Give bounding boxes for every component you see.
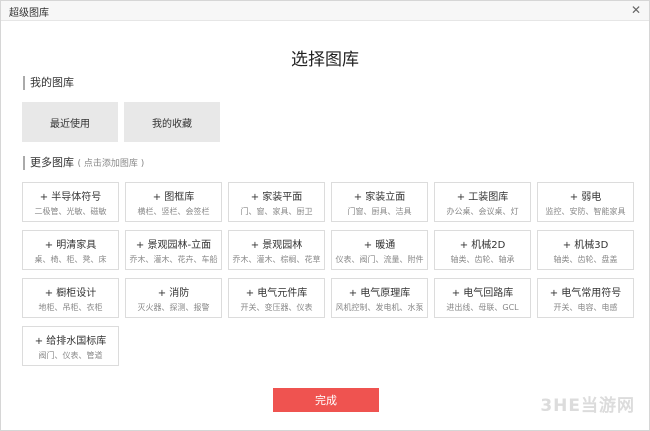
- my-favorites-button[interactable]: 我的收藏: [124, 102, 220, 142]
- library-card[interactable]: + 半导体符号 二极管、光敏、磁敏: [22, 182, 119, 222]
- library-card[interactable]: + 电气原理库风机控制、发电机、水泵: [331, 278, 428, 318]
- library-card-name: + 机械3D: [562, 240, 609, 251]
- library-card-desc: 门窗、厨具、洁具: [347, 207, 412, 216]
- my-library-heading: 我的图库: [23, 76, 74, 90]
- library-card-name: + 给排水国标库: [34, 336, 107, 347]
- more-library-label: 更多图库: [30, 156, 74, 169]
- library-card-name: + 电气元件库: [245, 288, 308, 299]
- library-card-desc: 地柜、吊柜、衣柜: [38, 303, 103, 312]
- library-card-name: + 工装图库: [456, 192, 509, 203]
- library-card-desc: 二极管、光敏、磁敏: [34, 207, 107, 216]
- library-card[interactable]: + 家装立面 门窗、厨具、洁具: [331, 182, 428, 222]
- done-button[interactable]: 完成: [273, 388, 379, 412]
- library-card-desc: 乔木、灌木、花卉、车船: [129, 255, 218, 264]
- title-bar: 超级图库 ✕: [1, 1, 649, 21]
- library-card-desc: 灭火器、探测、报警: [137, 303, 210, 312]
- my-library-label: 我的图库: [30, 76, 74, 89]
- library-card[interactable]: + 电气元件库 开关、变压器、仪表: [228, 278, 325, 318]
- window-title: 超级图库: [9, 8, 49, 19]
- library-card-name: + 机械2D: [459, 240, 506, 251]
- library-card-name: + 电气原理库: [348, 288, 411, 299]
- library-card-desc: 开关、变压器、仪表: [240, 303, 313, 312]
- library-card[interactable]: + 暖通仪表、阀门、流量、附件: [331, 230, 428, 270]
- library-card-name: + 电气常用符号: [549, 288, 622, 299]
- more-library-heading: 更多图库 ( 点击添加图库 ): [23, 156, 144, 170]
- library-card-name: + 家装立面: [353, 192, 406, 203]
- close-icon[interactable]: ✕: [629, 3, 643, 17]
- library-card-name: + 电气回路库: [451, 288, 514, 299]
- library-card-name: + 明清家具: [44, 240, 97, 251]
- library-card[interactable]: + 给排水国标库 阀门、仪表、管道: [22, 326, 119, 366]
- library-card-name: + 暖通: [363, 240, 396, 251]
- library-card[interactable]: + 家装平面门、窗、家具、厨卫: [228, 182, 325, 222]
- library-card[interactable]: + 机械3D 轴类、齿轮、盘盖: [537, 230, 634, 270]
- library-card[interactable]: + 电气回路库 进出线、母联、GCL: [434, 278, 531, 318]
- library-card-desc: 监控、安防、智能家具: [545, 207, 626, 216]
- library-card-desc: 乔木、灌木、棕榈、花草: [232, 255, 321, 264]
- library-card-desc: 轴类、齿轮、轴承: [450, 255, 515, 264]
- library-card-desc: 横栏、竖栏、会签栏: [137, 207, 210, 216]
- library-dialog: 超级图库 ✕ 选择图库 我的图库 最近使用 我的收藏 更多图库 ( 点击添加图库…: [0, 0, 650, 431]
- library-card-desc: 轴类、齿轮、盘盖: [553, 255, 618, 264]
- library-card-desc: 进出线、母联、GCL: [446, 303, 519, 312]
- library-card[interactable]: + 明清家具桌、椅、柜、凳、床: [22, 230, 119, 270]
- library-card-desc: 仪表、阀门、流量、附件: [335, 255, 424, 264]
- library-card[interactable]: + 消防灭火器、探测、报警: [125, 278, 222, 318]
- site-watermark: 3HE当游网: [540, 396, 635, 416]
- library-card-name: + 半导体符号: [39, 192, 102, 203]
- library-card-name: + 弱电: [569, 192, 602, 203]
- library-card-name: + 橱柜设计: [44, 288, 97, 299]
- library-card-desc: 风机控制、发电机、水泵: [335, 303, 424, 312]
- library-card-desc: 门、窗、家具、厨卫: [240, 207, 313, 216]
- library-card[interactable]: + 弱电监控、安防、智能家具: [537, 182, 634, 222]
- library-card-desc: 桌、椅、柜、凳、床: [34, 255, 107, 264]
- library-card-name: + 图框库: [152, 192, 195, 203]
- library-card[interactable]: + 景观园林乔木、灌木、棕榈、花草: [228, 230, 325, 270]
- recent-use-button[interactable]: 最近使用: [22, 102, 118, 142]
- library-card-desc: 开关、电容、电感: [553, 303, 618, 312]
- library-card[interactable]: + 景观园林-立面 乔木、灌木、花卉、车船: [125, 230, 222, 270]
- library-card-name: + 景观园林-立面: [135, 240, 212, 251]
- library-card[interactable]: + 图框库横栏、竖栏、会签栏: [125, 182, 222, 222]
- library-card-name: + 家装平面: [250, 192, 303, 203]
- more-library-hint: ( 点击添加图库 ): [77, 159, 145, 169]
- library-card[interactable]: + 机械2D 轴类、齿轮、轴承: [434, 230, 531, 270]
- library-card-name: + 景观园林: [250, 240, 303, 251]
- library-card[interactable]: + 电气常用符号 开关、电容、电感: [537, 278, 634, 318]
- library-card-desc: 办公桌、会议桌、灯: [446, 207, 519, 216]
- library-card[interactable]: + 工装图库办公桌、会议桌、灯: [434, 182, 531, 222]
- page-title: 选择图库: [291, 50, 359, 70]
- library-card[interactable]: + 橱柜设计 地柜、吊柜、衣柜: [22, 278, 119, 318]
- library-card-name: + 消防: [157, 288, 190, 299]
- library-card-desc: 阀门、仪表、管道: [38, 351, 103, 360]
